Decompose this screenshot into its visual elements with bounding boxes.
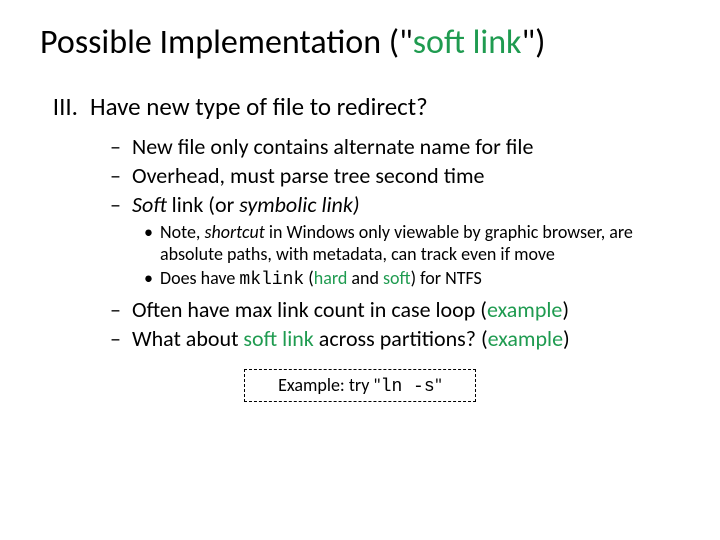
slide: Possible Implementation ("soft link") II… [0,0,720,540]
dash-item: Soft link (or symbolic link) [110,192,680,219]
bullet-text: Does have mklink (hard and soft) for NTF… [160,268,482,292]
dash-text: What about soft link across partitions? … [132,326,570,353]
slide-title: Possible Implementation ("soft link") [40,22,680,63]
title-suffix: ") [522,22,546,63]
main-text: Have new type of file to redirect? [90,91,428,122]
dash-text: Overhead, must parse tree second time [132,163,484,190]
bullet-text: Note, shortcut in Windows only viewable … [160,222,680,265]
dash-text: Often have max link count in case loop (… [132,297,569,324]
example-suffix: " [435,374,442,396]
bullet-item: Does have mklink (hard and soft) for NTF… [144,268,680,292]
dash-item: Often have max link count in case loop (… [110,297,680,324]
bullet-list: Note, shortcut in Windows only viewable … [144,222,680,291]
example-box: Example: try "ln -s" [244,369,476,402]
bullet-item: Note, shortcut in Windows only viewable … [144,222,680,265]
title-accent: soft link [413,22,522,63]
dash-text: Soft link (or symbolic link) [132,192,360,219]
roman-numeral: III. [40,91,90,122]
dash-list-upper: New file only contains alternate name fo… [110,134,680,218]
dash-item: New file only contains alternate name fo… [110,134,680,161]
title-prefix: Possible Implementation (" [40,22,413,63]
example-command: ln -s [381,377,435,397]
main-list-item: III. Have new type of file to redirect? [40,91,680,122]
dash-list-lower: Often have max link count in case loop (… [110,297,680,353]
example-prefix: Example: try " [278,374,381,396]
dash-item: What about soft link across partitions? … [110,326,680,353]
dash-text: New file only contains alternate name fo… [132,134,533,161]
dash-item: Overhead, must parse tree second time [110,163,680,190]
